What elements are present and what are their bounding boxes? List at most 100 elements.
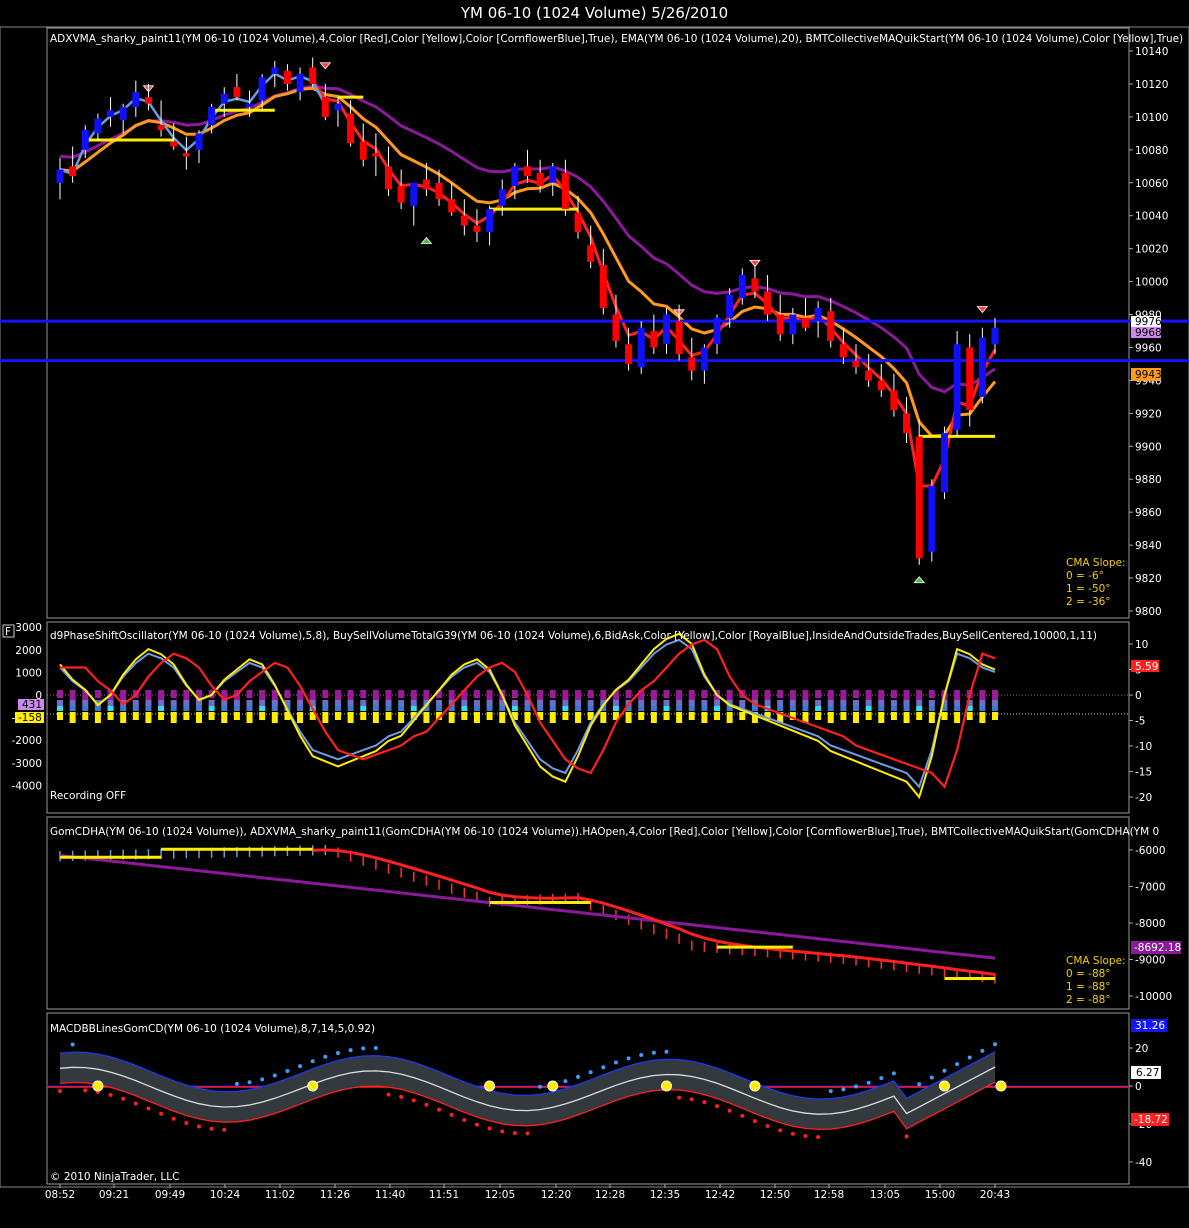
macd-cross-marker [547, 1080, 559, 1092]
macd-dot [563, 1079, 568, 1084]
candle [144, 97, 152, 104]
macd-dot [348, 1048, 353, 1053]
macd-dot [601, 1065, 606, 1070]
buy-volume-bar [676, 690, 683, 700]
delta-volume-bar [57, 706, 63, 711]
mid-volume-bar [372, 700, 379, 706]
delta-volume-bar [297, 706, 304, 711]
buy-volume-bar [511, 690, 518, 698]
macd-dot [538, 1084, 543, 1089]
osc-left-tick-label: 2000 [15, 645, 42, 657]
mid-volume-bar [903, 700, 910, 706]
candle [220, 93, 228, 104]
candle [309, 67, 317, 84]
sell-volume-bar [271, 712, 278, 723]
macd-dot [613, 1060, 618, 1065]
delta-volume-bar [145, 706, 152, 711]
chart-canvas[interactable]: 1014010120101001008010060100401002010000… [0, 0, 1189, 1228]
buy-volume-bar [473, 690, 480, 698]
sell-volume-bar [575, 712, 582, 723]
macd-dot [361, 1046, 366, 1051]
x-tick-label: 09:21 [99, 1189, 129, 1201]
sell-volume-bar [132, 712, 139, 720]
mid-volume-bar [385, 700, 392, 706]
mid-volume-bar [701, 700, 708, 706]
macd-tick-label: 20 [1135, 1043, 1148, 1055]
macd-dot [184, 1121, 189, 1126]
macd-dot [58, 1089, 62, 1094]
buy-volume-bar [398, 690, 405, 698]
price-cma-slope-0: 0 = -6° [1066, 570, 1104, 582]
delta-volume-bar [840, 706, 847, 711]
delta-volume-bar [82, 706, 89, 711]
sell-volume-bar [979, 712, 986, 723]
macd-dot [702, 1100, 707, 1105]
candle [928, 485, 936, 552]
sell-volume-bar [233, 712, 240, 720]
delta-volume-bar [360, 706, 367, 711]
candle [119, 107, 127, 121]
price-horizontal-lines[interactable] [0, 319, 1189, 363]
price-tick-label: 10000 [1135, 277, 1168, 289]
f-button[interactable]: F [5, 626, 11, 638]
macd-dot [335, 1050, 340, 1055]
mid-volume-bar [676, 700, 683, 706]
gom-cma-slope-1: 1 = -88° [1066, 981, 1111, 993]
macd-tick-label: -40 [1135, 1157, 1152, 1169]
macd-dot [929, 1075, 934, 1080]
candle [195, 133, 203, 150]
sell-volume-bar [448, 712, 455, 723]
price-tick-label: 9900 [1135, 441, 1162, 453]
macd-dot [765, 1124, 770, 1129]
delta-volume-bar [928, 706, 935, 711]
sell-volume-bar [941, 712, 948, 720]
macd-dot [373, 1046, 378, 1051]
delta-volume-bar [650, 706, 657, 711]
sell-volume-bar [890, 712, 897, 720]
macd-cross-marker [307, 1080, 319, 1092]
buy-volume-bar [979, 690, 986, 700]
buy-volume-bar [625, 690, 632, 698]
macd-dot [411, 1098, 416, 1103]
macd-dot [917, 1082, 922, 1087]
sell-volume-bar [107, 712, 114, 720]
sell-volume-bar [549, 712, 556, 723]
macd-dot [437, 1107, 442, 1112]
mid-volume-bar [57, 700, 63, 706]
macd-dot [689, 1097, 694, 1102]
candle [675, 321, 683, 355]
mid-volume-bar [890, 700, 897, 706]
candle [877, 380, 885, 391]
macd-cross-marker [92, 1080, 104, 1092]
delta-volume-bar [372, 706, 379, 711]
mid-volume-bar [334, 700, 341, 706]
delta-volume-bar [385, 706, 392, 711]
price-badge-slow: 9968 [1135, 327, 1162, 339]
candle [713, 317, 721, 345]
mid-volume-bar [878, 700, 885, 706]
delta-volume-bar [562, 706, 569, 711]
mid-volume-bar [562, 700, 569, 706]
candle [511, 166, 519, 187]
sell-volume-bar [827, 712, 834, 723]
candle [334, 103, 342, 111]
price-tick-label: 9860 [1135, 507, 1162, 519]
mid-volume-bar [170, 700, 177, 706]
sell-volume-bar [372, 712, 379, 723]
candle [903, 413, 911, 434]
macd-dot [399, 1094, 404, 1099]
candle [524, 166, 531, 177]
mid-volume-bar [398, 700, 405, 706]
osc-left-tick-label: -2000 [11, 735, 42, 747]
sell-volume-bar [170, 712, 177, 723]
sell-volume-bar [145, 712, 152, 723]
macd-dot [967, 1055, 972, 1060]
mid-volume-bar [575, 700, 582, 706]
macd-dot [525, 1131, 530, 1136]
macd-dot [942, 1068, 947, 1073]
candle [422, 179, 430, 190]
gom-slow-ma [59, 854, 996, 960]
macd-cross-marker [749, 1080, 761, 1092]
sell-volume-bar [853, 712, 860, 723]
delta-volume-bar [537, 706, 544, 711]
